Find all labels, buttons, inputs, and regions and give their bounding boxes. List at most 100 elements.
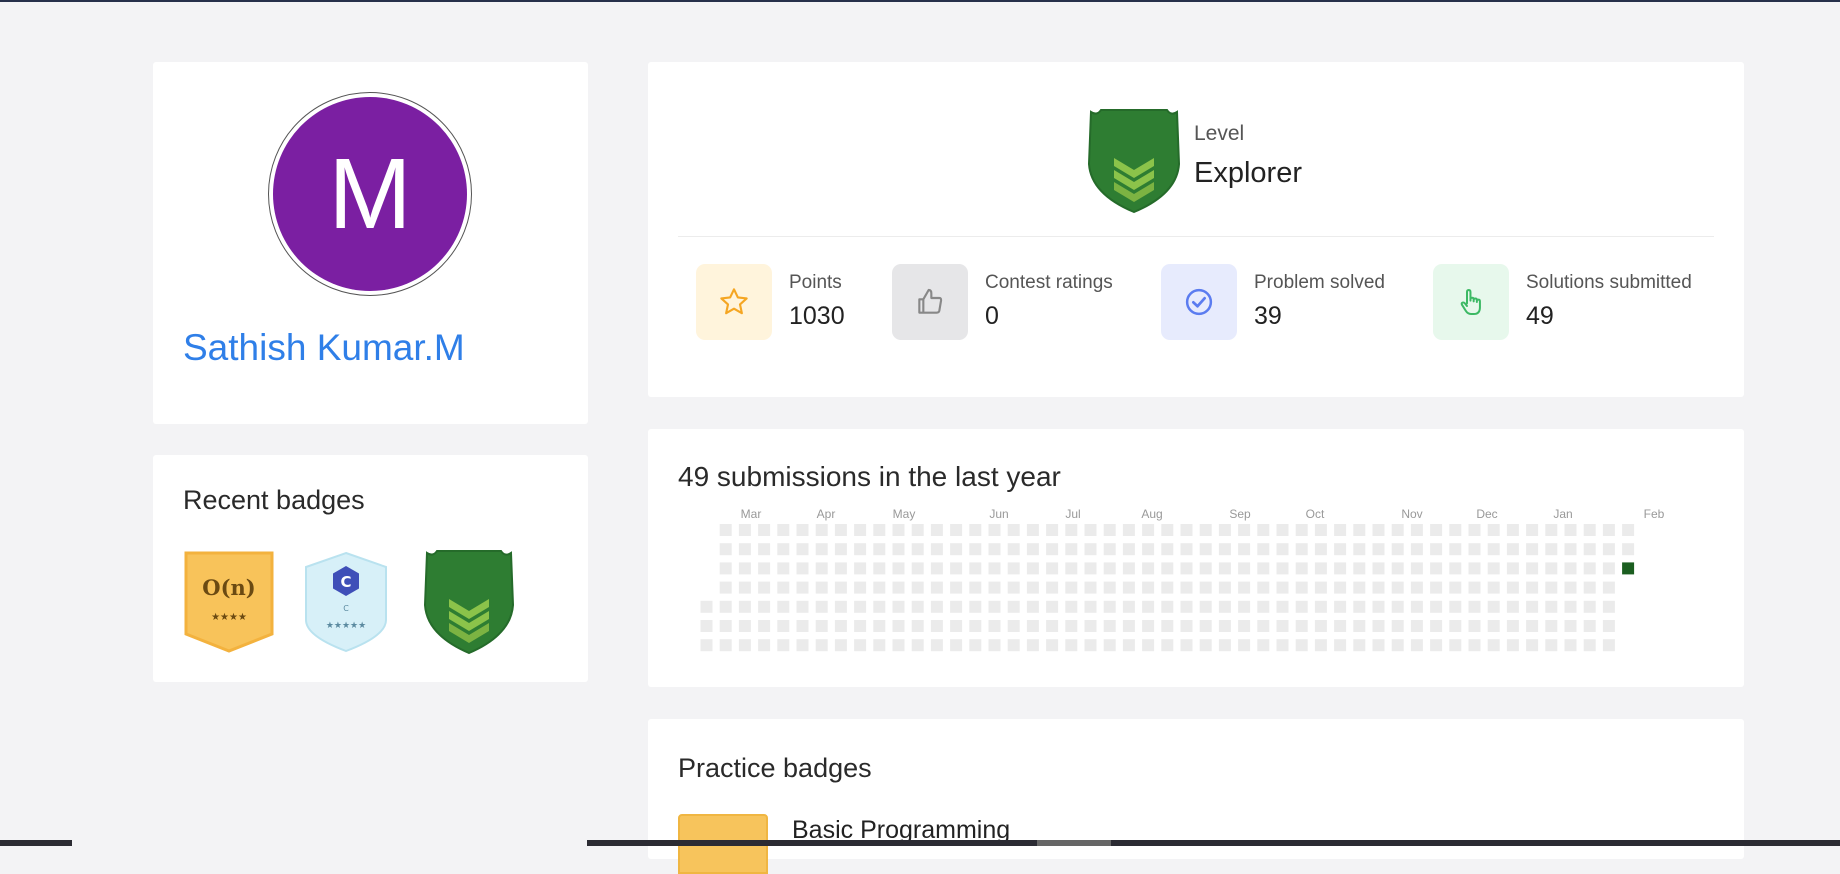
heatmap-cell[interactable] bbox=[1487, 524, 1500, 536]
heatmap-cell[interactable] bbox=[1065, 581, 1078, 594]
heatmap-cell[interactable] bbox=[1122, 543, 1135, 556]
heatmap-cell[interactable] bbox=[1026, 562, 1039, 575]
heatmap-cell[interactable] bbox=[1430, 600, 1443, 613]
profile-name[interactable]: Sathish Kumar.M bbox=[183, 327, 465, 369]
heatmap-cell[interactable] bbox=[738, 600, 751, 613]
heatmap-cell[interactable] bbox=[777, 543, 790, 556]
heatmap-cell[interactable] bbox=[1199, 543, 1212, 556]
heatmap-cell[interactable] bbox=[1276, 620, 1289, 632]
heatmap-cell[interactable] bbox=[950, 620, 963, 632]
heatmap-cell[interactable] bbox=[1526, 562, 1539, 575]
heatmap-cell[interactable] bbox=[1103, 639, 1116, 652]
heatmap-cell[interactable] bbox=[930, 543, 943, 556]
heatmap-cell[interactable] bbox=[1065, 639, 1078, 652]
heatmap-cell[interactable] bbox=[1353, 562, 1366, 575]
heatmap-cell[interactable] bbox=[758, 639, 771, 652]
heatmap-cell[interactable] bbox=[1218, 581, 1231, 594]
heatmap-cell[interactable] bbox=[719, 524, 732, 536]
heatmap-cell[interactable] bbox=[738, 620, 751, 632]
heatmap-cell[interactable] bbox=[1103, 562, 1116, 575]
heatmap-cell[interactable] bbox=[911, 543, 924, 556]
heatmap-cell[interactable] bbox=[1026, 524, 1039, 536]
heatmap-cell[interactable] bbox=[1046, 620, 1059, 632]
heatmap-cell[interactable] bbox=[815, 639, 828, 652]
heatmap-cell[interactable] bbox=[1257, 620, 1270, 632]
heatmap-cell[interactable] bbox=[738, 639, 751, 652]
heatmap-cell[interactable] bbox=[1199, 600, 1212, 613]
heatmap-cell[interactable] bbox=[1564, 562, 1577, 575]
heatmap-cell[interactable] bbox=[1372, 620, 1385, 632]
heatmap-cell[interactable] bbox=[1295, 639, 1308, 652]
heatmap-cell[interactable] bbox=[930, 562, 943, 575]
heatmap-cell[interactable] bbox=[758, 524, 771, 536]
heatmap-cell[interactable] bbox=[950, 562, 963, 575]
heatmap-cell[interactable] bbox=[1622, 543, 1635, 556]
heatmap-cell[interactable] bbox=[1391, 620, 1404, 632]
heatmap-cell[interactable] bbox=[1257, 581, 1270, 594]
heatmap-cell[interactable] bbox=[1526, 639, 1539, 652]
heatmap-cell[interactable] bbox=[777, 562, 790, 575]
heatmap-cell[interactable] bbox=[1430, 524, 1443, 536]
heatmap-cell[interactable] bbox=[815, 620, 828, 632]
heatmap-cell[interactable] bbox=[1007, 562, 1020, 575]
heatmap-cell-active[interactable] bbox=[1622, 562, 1635, 575]
heatmap-cell[interactable] bbox=[1583, 524, 1596, 536]
heatmap-cell[interactable] bbox=[815, 543, 828, 556]
heatmap-cell[interactable] bbox=[988, 581, 1001, 594]
heatmap-cell[interactable] bbox=[1564, 543, 1577, 556]
heatmap-cell[interactable] bbox=[1295, 524, 1308, 536]
heatmap-cell[interactable] bbox=[1084, 524, 1097, 536]
heatmap-cell[interactable] bbox=[700, 620, 713, 632]
heatmap-cell[interactable] bbox=[1007, 524, 1020, 536]
heatmap-cell[interactable] bbox=[930, 620, 943, 632]
heatmap-cell[interactable] bbox=[834, 639, 847, 652]
heatmap-cell[interactable] bbox=[1199, 562, 1212, 575]
heatmap-cell[interactable] bbox=[1372, 543, 1385, 556]
heatmap-cell[interactable] bbox=[1065, 562, 1078, 575]
scrollbar-thumb[interactable] bbox=[1037, 840, 1111, 846]
heatmap-cell[interactable] bbox=[1046, 562, 1059, 575]
heatmap-cell[interactable] bbox=[911, 620, 924, 632]
heatmap-cell[interactable] bbox=[873, 524, 886, 536]
heatmap-cell[interactable] bbox=[1161, 543, 1174, 556]
heatmap-cell[interactable] bbox=[1391, 543, 1404, 556]
heatmap-cell[interactable] bbox=[873, 620, 886, 632]
heatmap-cell[interactable] bbox=[892, 600, 905, 613]
heatmap-cell[interactable] bbox=[873, 562, 886, 575]
heatmap-cell[interactable] bbox=[1468, 524, 1481, 536]
heatmap-cell[interactable] bbox=[1007, 600, 1020, 613]
heatmap-cell[interactable] bbox=[1602, 581, 1615, 594]
heatmap-cell[interactable] bbox=[1218, 543, 1231, 556]
heatmap-cell[interactable] bbox=[1487, 543, 1500, 556]
heatmap-cell[interactable] bbox=[950, 543, 963, 556]
heatmap-cell[interactable] bbox=[1218, 620, 1231, 632]
heatmap-cell[interactable] bbox=[1065, 620, 1078, 632]
heatmap-cell[interactable] bbox=[1410, 639, 1423, 652]
heatmap-cell[interactable] bbox=[1084, 639, 1097, 652]
heatmap-cell[interactable] bbox=[1545, 620, 1558, 632]
heatmap-cell[interactable] bbox=[1583, 543, 1596, 556]
heatmap-cell[interactable] bbox=[1468, 543, 1481, 556]
heatmap-cell[interactable] bbox=[834, 524, 847, 536]
heatmap-cell[interactable] bbox=[1449, 581, 1462, 594]
heatmap-cell[interactable] bbox=[738, 581, 751, 594]
heatmap-cell[interactable] bbox=[719, 581, 732, 594]
heatmap-cell[interactable] bbox=[1180, 581, 1193, 594]
heatmap-cell[interactable] bbox=[1506, 562, 1519, 575]
heatmap-cell[interactable] bbox=[1334, 639, 1347, 652]
heatmap-cell[interactable] bbox=[988, 524, 1001, 536]
heatmap-cell[interactable] bbox=[1314, 581, 1327, 594]
heatmap-cell[interactable] bbox=[1295, 600, 1308, 613]
heatmap-cell[interactable] bbox=[1334, 562, 1347, 575]
heatmap-cell[interactable] bbox=[1583, 639, 1596, 652]
heatmap-cell[interactable] bbox=[988, 562, 1001, 575]
heatmap-cell[interactable] bbox=[969, 524, 982, 536]
heatmap-cell[interactable] bbox=[1276, 639, 1289, 652]
heatmap-cell[interactable] bbox=[777, 600, 790, 613]
heatmap-cell[interactable] bbox=[1506, 620, 1519, 632]
heatmap-cell[interactable] bbox=[1506, 600, 1519, 613]
explorer-shield-badge-icon[interactable] bbox=[421, 549, 517, 662]
heatmap-cell[interactable] bbox=[1046, 543, 1059, 556]
heatmap-cell[interactable] bbox=[1026, 620, 1039, 632]
heatmap-cell[interactable] bbox=[1180, 600, 1193, 613]
